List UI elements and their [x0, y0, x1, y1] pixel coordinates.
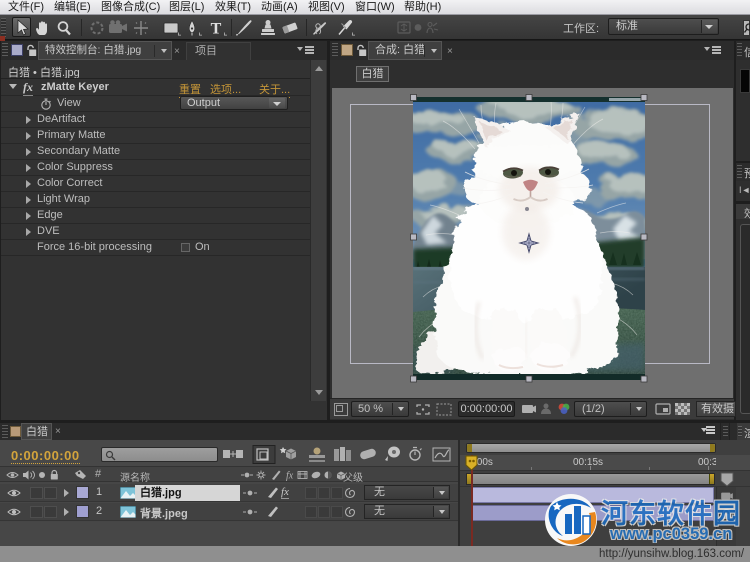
svg-text:T: T [211, 21, 222, 38]
svg-text:fx: fx [286, 471, 294, 482]
